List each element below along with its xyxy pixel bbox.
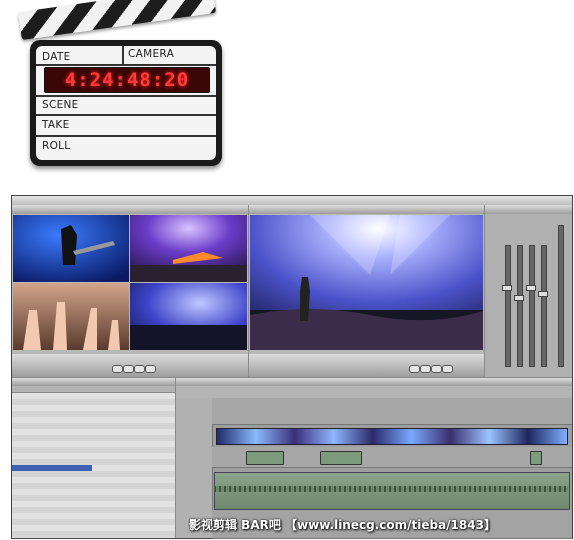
viewer-toolbar bbox=[12, 205, 248, 214]
timecode-display: 4:24:48:20 bbox=[44, 67, 210, 93]
roll-label: ROLL bbox=[42, 140, 71, 152]
timeline-tabs[interactable] bbox=[176, 378, 572, 386]
viewer-panel bbox=[12, 205, 248, 377]
browser-selected-row[interactable] bbox=[12, 465, 92, 471]
clapper-stick bbox=[18, 0, 217, 40]
final-cut-pro-window bbox=[11, 195, 573, 539]
canvas-toolbar bbox=[249, 205, 484, 214]
browser-panel bbox=[12, 378, 175, 538]
timeline-panel bbox=[176, 378, 572, 539]
camera-label: CAMERA bbox=[128, 48, 175, 60]
waveform bbox=[214, 486, 568, 492]
clapperboard-slate: DATE CAMERA 4:24:48:20 SCENE TAKE ROLL bbox=[36, 46, 216, 160]
multicam-angles[interactable] bbox=[13, 215, 247, 350]
canvas-panel bbox=[249, 205, 484, 377]
browser-tabs[interactable] bbox=[12, 378, 175, 386]
audio-clip[interactable] bbox=[320, 451, 362, 465]
browser-column-header bbox=[12, 386, 175, 393]
final-cut-pro-logo: DATE CAMERA 4:24:48:20 SCENE TAKE ROLL bbox=[14, 0, 224, 174]
audio-clip[interactable] bbox=[530, 451, 542, 465]
video-clips-track[interactable] bbox=[216, 428, 568, 445]
audio-mixer-panel bbox=[485, 205, 572, 377]
clapperboard-body: DATE CAMERA 4:24:48:20 SCENE TAKE ROLL bbox=[30, 40, 222, 166]
menu-bar bbox=[12, 196, 572, 205]
canvas-program-video bbox=[250, 215, 483, 350]
watermark-text: 影视剪辑 BAR吧 【www.linecg.com/tieba/1843】 bbox=[189, 518, 496, 532]
audio-clip[interactable] bbox=[246, 451, 284, 465]
scene-label: SCENE bbox=[42, 99, 79, 111]
date-label: DATE bbox=[42, 51, 71, 63]
audio-mixer-toolbar bbox=[485, 205, 572, 214]
take-label: TAKE bbox=[42, 119, 70, 131]
